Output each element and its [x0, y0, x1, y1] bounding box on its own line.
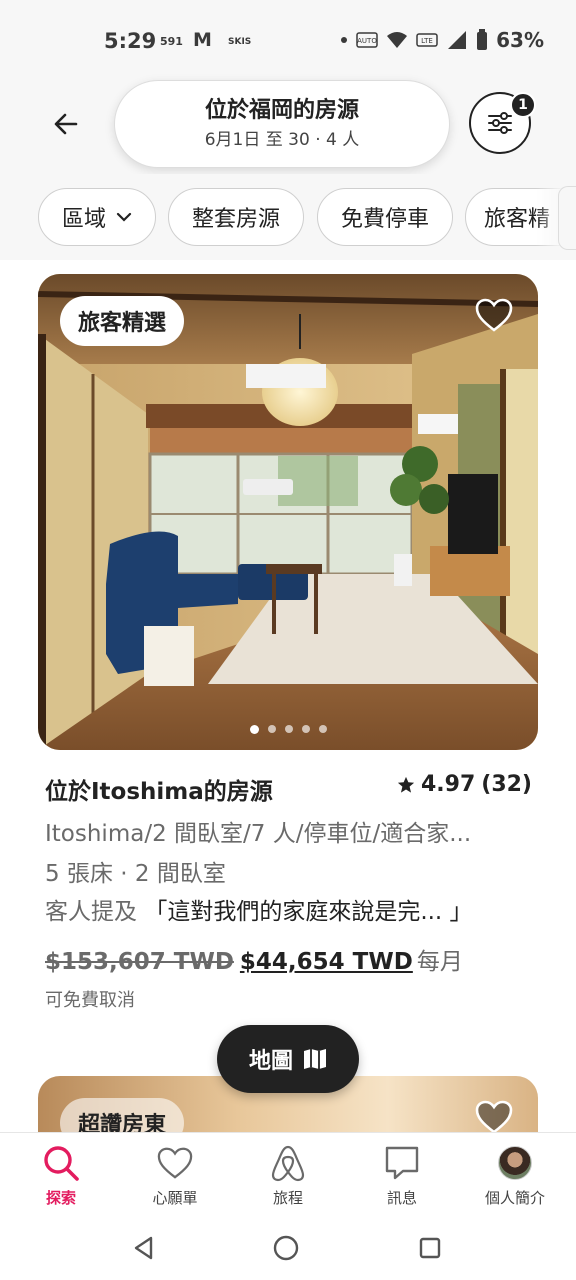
map-button[interactable]: 地圖	[217, 1025, 359, 1093]
bottom-navigation: 探索 心願單 旅程 訊息 個人簡介	[0, 1132, 576, 1216]
chip-entire-home[interactable]: 整套房源	[168, 188, 304, 246]
guest-favorite-badge: 旅客精選	[60, 296, 185, 346]
search-location: 位於福岡的房源	[204, 98, 359, 123]
search-summary-button[interactable]: 位於福岡的房源 6月1日 至 30 · 4 人	[114, 80, 450, 168]
system-home-button[interactable]	[266, 1228, 306, 1268]
nav-explore[interactable]: 探索	[6, 1143, 116, 1208]
free-cancellation: 可免費取消	[45, 990, 135, 1011]
map-label: 地圖	[248, 1049, 293, 1074]
avatar	[498, 1146, 532, 1180]
nav-label: 訊息	[386, 1189, 417, 1207]
pagination-dot	[249, 725, 259, 734]
skis-icon: SKIS	[228, 37, 252, 47]
guest-quote: 客人提及 「這對我們的家庭來說是完... 」	[45, 892, 473, 926]
nav-label: 旅程	[272, 1189, 303, 1207]
svg-text:LTE: LTE	[421, 37, 433, 45]
nav-wishlists[interactable]: 心願單	[120, 1143, 230, 1208]
quote-text: 「這對我們的家庭來說是完... 」	[144, 899, 473, 925]
dot-icon	[341, 37, 348, 43]
price-row: $153,607 TWD $44,654 TWD 每月	[45, 942, 463, 976]
review-count: (32)	[481, 772, 532, 797]
signal-icon	[448, 31, 467, 49]
filter-chips: 區域 整套房源 免費停車 旅客精	[0, 174, 576, 260]
original-price: $153,607 TWD	[45, 949, 234, 975]
triangle-back-icon	[134, 1236, 153, 1260]
heart-icon[interactable]	[474, 1098, 514, 1136]
back-button[interactable]	[46, 104, 86, 144]
chevron-down-icon	[116, 212, 132, 222]
message-icon	[385, 1146, 419, 1180]
listing-beds: 5 張床 · 2 間臥室	[45, 861, 226, 887]
search-icon	[44, 1146, 79, 1181]
star-icon	[397, 776, 415, 793]
nav-label: 個人簡介	[484, 1189, 545, 1207]
quote-prefix: 客人提及	[45, 899, 137, 925]
nav-label: 探索	[45, 1189, 76, 1207]
system-back-button[interactable]	[124, 1228, 164, 1268]
chip-label: 整套房源	[191, 207, 280, 232]
pagination-dot	[301, 725, 310, 733]
auto-icon: AUTO	[356, 32, 378, 48]
listing-title[interactable]: 位於Itoshima的房源	[45, 772, 273, 806]
system-navigation	[0, 1216, 576, 1280]
system-recents-button[interactable]	[410, 1228, 450, 1268]
chip-label: 免費停車	[340, 207, 429, 232]
status-time: 5:29	[104, 29, 157, 53]
battery-percent: 63%	[496, 28, 544, 52]
chip-label: 區域	[61, 207, 106, 232]
nav-messages[interactable]: 訊息	[347, 1143, 457, 1208]
rating-value: 4.97	[420, 772, 476, 797]
chips-scroll-handle[interactable]	[558, 186, 576, 250]
status-bar: 5:29 591 M SKIS AUTO LTE 63%	[0, 0, 576, 78]
heart-icon	[157, 1147, 193, 1179]
nav-label: 心願單	[152, 1189, 198, 1207]
search-header: 位於福岡的房源 6月1日 至 30 · 4 人 1	[0, 78, 576, 174]
nav-profile[interactable]: 個人簡介	[460, 1143, 570, 1208]
listing-rating: 4.97 (32)	[397, 772, 532, 797]
gmail-icon: M	[193, 29, 212, 51]
filter-count-badge: 1	[510, 92, 536, 118]
pagination-dot	[284, 725, 293, 733]
status-icons: AUTO LTE 63%	[340, 28, 544, 52]
chip-region[interactable]: 區域	[38, 188, 156, 246]
battery-icon	[477, 29, 488, 50]
chip-free-parking[interactable]: 免費停車	[317, 188, 453, 246]
wifi-icon	[387, 32, 408, 48]
photo-pagination	[38, 725, 538, 734]
superhost-badge: 超讚房東	[60, 1098, 185, 1136]
svg-text:AUTO: AUTO	[357, 37, 377, 45]
search-dates-guests: 6月1日 至 30 · 4 人	[204, 130, 360, 150]
discounted-price[interactable]: $44,654 TWD	[240, 949, 413, 975]
square-recents-icon	[419, 1237, 441, 1259]
pagination-dot	[318, 725, 327, 733]
arrow-left-icon	[54, 113, 78, 135]
listing-photo[interactable]: 旅客精選	[38, 274, 538, 750]
sliders-icon	[488, 112, 512, 134]
pagination-dot	[267, 725, 276, 733]
home-circle-icon	[273, 1235, 299, 1261]
heart-icon[interactable]	[474, 296, 514, 336]
notification-591: 591	[160, 35, 183, 48]
map-icon	[304, 1049, 326, 1069]
volte-icon: LTE	[416, 33, 438, 47]
price-unit: 每月	[416, 949, 463, 975]
listing-description: Itoshima/2 間臥室/7 人/停車位/適合家...	[45, 821, 472, 847]
nav-trips[interactable]: 旅程	[233, 1143, 343, 1208]
airbnb-logo-icon	[271, 1145, 305, 1182]
